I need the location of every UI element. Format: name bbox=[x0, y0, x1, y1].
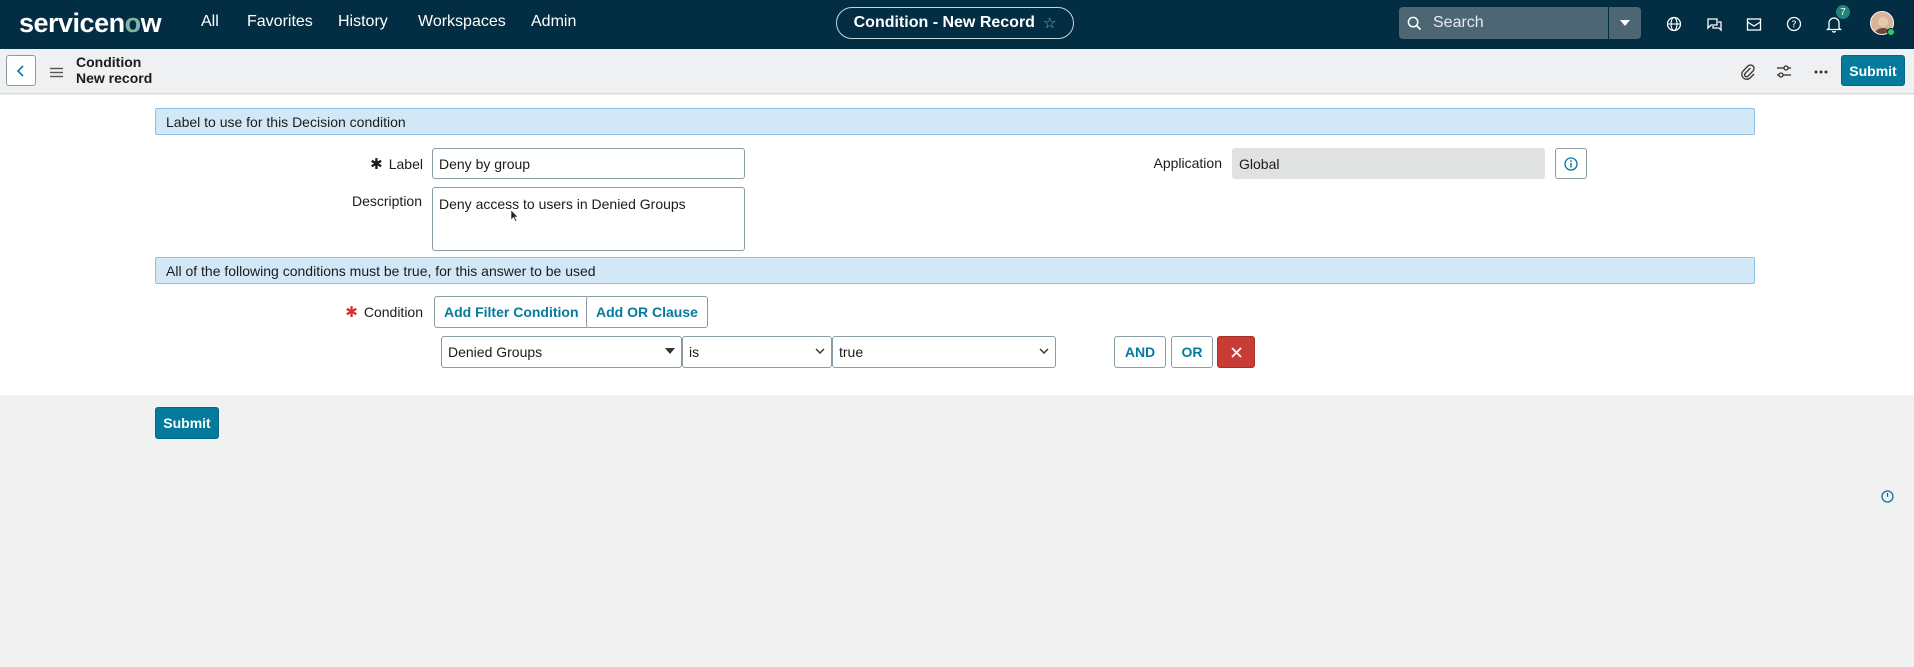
filter-operator-select[interactable]: is bbox=[682, 336, 832, 368]
caret-down-icon bbox=[1620, 20, 1630, 26]
label-input[interactable]: Deny by group bbox=[432, 148, 745, 179]
chevron-down-icon bbox=[815, 348, 825, 354]
settings-sliders-icon[interactable] bbox=[1774, 62, 1794, 82]
description-field-label: Description bbox=[351, 193, 422, 209]
more-options-icon[interactable] bbox=[1811, 62, 1831, 82]
globe-icon[interactable] bbox=[1663, 13, 1685, 35]
or-condition-button[interactable]: OR bbox=[1171, 336, 1213, 368]
chevron-down-icon bbox=[1039, 348, 1049, 354]
filter-field-select[interactable]: Denied Groups bbox=[441, 336, 682, 368]
application-field-label: Application bbox=[1153, 155, 1223, 171]
record-title: Condition - New Record bbox=[853, 14, 1035, 31]
search-scope-dropdown[interactable] bbox=[1609, 7, 1641, 39]
info-icon bbox=[1564, 156, 1578, 171]
inbox-icon[interactable] bbox=[1743, 13, 1765, 35]
top-navigation-bar: servicenow All Favorites History Workspa… bbox=[0, 0, 1914, 49]
help-icon[interactable]: ? bbox=[1783, 13, 1805, 35]
form-title: Condition New record bbox=[76, 54, 152, 86]
label-field-text: Label bbox=[388, 156, 423, 172]
svg-text:?: ? bbox=[1791, 20, 1796, 31]
mandatory-icon: ✱ bbox=[370, 156, 383, 173]
response-time-icon[interactable] bbox=[1881, 490, 1894, 508]
chat-icon[interactable] bbox=[1703, 13, 1725, 35]
search-input[interactable] bbox=[1431, 13, 1591, 33]
filter-value-text: true bbox=[839, 344, 864, 360]
record-title-pill[interactable]: Condition - New Record ☆ bbox=[836, 7, 1074, 39]
label-field-label: ✱ Label bbox=[368, 155, 423, 173]
delete-condition-button[interactable] bbox=[1217, 336, 1255, 368]
application-info-button[interactable] bbox=[1555, 148, 1587, 179]
notification-count-badge: 7 bbox=[1836, 5, 1850, 19]
menu-history[interactable]: History bbox=[338, 13, 388, 31]
form-record-name: New record bbox=[76, 70, 153, 86]
filter-field-value: Denied Groups bbox=[448, 344, 543, 360]
section-conditions-info: All of the following conditions must be … bbox=[155, 257, 1755, 284]
mandatory-icon: ✱ bbox=[345, 304, 358, 321]
mouse-cursor bbox=[510, 209, 519, 227]
add-filter-condition-button[interactable]: Add Filter Condition bbox=[434, 296, 589, 328]
servicenow-logo[interactable]: servicenow bbox=[19, 8, 162, 39]
submit-button-header[interactable]: Submit bbox=[1841, 55, 1905, 86]
menu-admin[interactable]: Admin bbox=[531, 13, 576, 31]
context-menu-icon[interactable] bbox=[50, 65, 63, 83]
caret-down-icon bbox=[665, 348, 675, 354]
condition-field-text: Condition bbox=[363, 304, 423, 320]
form-table-name: Condition bbox=[76, 54, 142, 70]
section-label-info: Label to use for this Decision condition bbox=[155, 108, 1755, 135]
search-icon bbox=[1407, 16, 1422, 30]
back-button[interactable] bbox=[6, 55, 36, 86]
filter-operator-value: is bbox=[689, 344, 700, 360]
close-icon bbox=[1230, 346, 1242, 358]
condition-field-label: ✱ Condition bbox=[338, 303, 423, 321]
menu-favorites[interactable]: Favorites bbox=[247, 13, 313, 31]
and-condition-button[interactable]: AND bbox=[1114, 336, 1166, 368]
favorite-star-icon[interactable]: ☆ bbox=[1043, 14, 1056, 32]
chevron-left-icon bbox=[16, 64, 24, 77]
add-or-clause-button[interactable]: Add OR Clause bbox=[586, 296, 708, 328]
form-header: Condition New record bbox=[0, 49, 1914, 94]
paperclip-icon[interactable] bbox=[1738, 62, 1758, 82]
description-textarea[interactable]: Deny access to users in Denied Groups bbox=[432, 187, 745, 251]
submit-button-bottom[interactable]: Submit bbox=[155, 407, 219, 439]
presence-status-dot bbox=[1887, 28, 1895, 36]
menu-all[interactable]: All bbox=[201, 13, 219, 31]
global-search[interactable] bbox=[1399, 7, 1608, 39]
filter-value-select[interactable]: true bbox=[832, 336, 1056, 368]
menu-workspaces[interactable]: Workspaces bbox=[418, 13, 506, 31]
application-readonly-field: Global bbox=[1232, 148, 1545, 179]
